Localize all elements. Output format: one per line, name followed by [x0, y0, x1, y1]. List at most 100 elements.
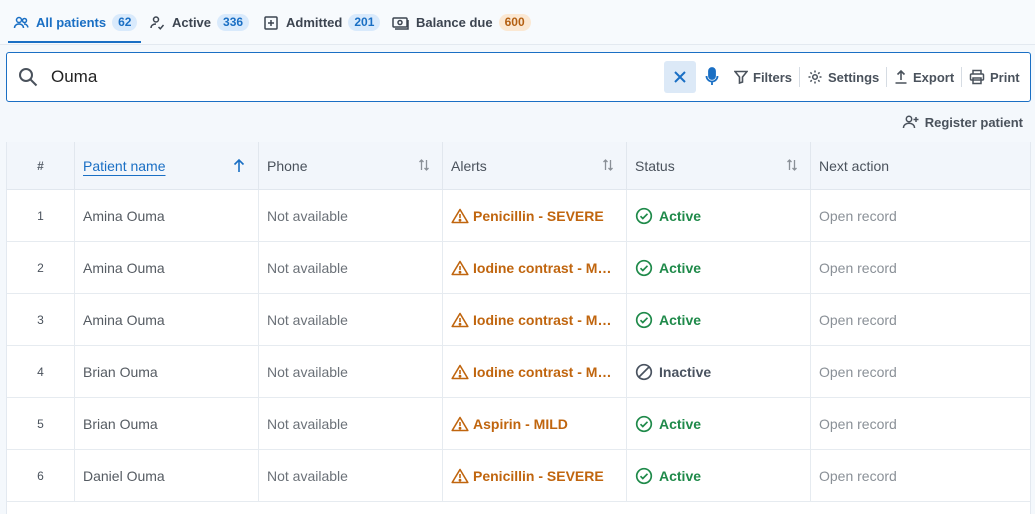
status-text: Active — [659, 312, 702, 328]
alert-cell[interactable]: Penicillin - SEVERE — [443, 450, 627, 502]
toolbar-divider — [799, 67, 800, 87]
patients-table: # Patient name Phone Alerts Status Next … — [6, 142, 1031, 514]
status-text: Active — [659, 468, 702, 484]
status-badge: Active — [627, 190, 811, 242]
column-header-phone[interactable]: Phone — [259, 142, 443, 190]
toolbar-divider — [886, 67, 887, 87]
patient-name-cell[interactable]: Amina Ouma — [75, 242, 259, 294]
phone-cell: Not available — [259, 398, 443, 450]
row-number: 3 — [7, 294, 75, 346]
warning-icon — [451, 416, 469, 432]
phone-cell: Not available — [259, 346, 443, 398]
warning-icon — [451, 468, 469, 484]
open-record-link[interactable]: Open record — [811, 294, 1030, 346]
clear-search-button[interactable] — [664, 61, 696, 93]
open-record-link[interactable]: Open record — [811, 242, 1030, 294]
column-header-patient-name[interactable]: Patient name — [75, 142, 259, 190]
search-icon — [17, 66, 39, 88]
settings-label: Settings — [828, 69, 880, 85]
filters-button[interactable]: Filters — [734, 53, 792, 101]
tab-active-count: 336 — [217, 14, 250, 31]
ban-icon — [635, 363, 653, 381]
alert-text: Aspirin - MILD — [473, 416, 568, 432]
warning-icon — [451, 260, 469, 276]
gear-icon — [807, 69, 823, 85]
table-row[interactable]: 6 Daniel Ouma Not available Penicillin - SE… — [7, 450, 1030, 502]
tab-balance-due-label: Balance due — [416, 15, 493, 30]
tab-all-patients-label: All patients — [36, 15, 107, 30]
microphone-icon[interactable] — [705, 67, 719, 87]
tab-balance-due[interactable]: Balance due 600 — [392, 0, 531, 45]
status-badge: Inactive — [627, 346, 811, 398]
open-record-link[interactable]: Open record — [811, 398, 1030, 450]
user-check-icon — [148, 14, 166, 32]
print-button[interactable]: Print — [969, 53, 1020, 101]
tab-admitted-count: 201 — [348, 14, 381, 31]
filter-icon — [734, 70, 748, 84]
column-header-alerts-label: Alerts — [451, 158, 487, 174]
register-patient-label: Register patient — [924, 114, 1023, 130]
tab-active[interactable]: Active 336 — [148, 0, 250, 45]
sort-icon[interactable] — [418, 158, 430, 172]
tab-admitted-label: Admitted — [286, 15, 343, 30]
warning-icon — [451, 312, 469, 328]
export-icon — [894, 69, 908, 85]
check-circle-icon — [635, 467, 653, 485]
plus-square-icon — [262, 14, 280, 32]
patient-name-cell[interactable]: Daniel Ouma — [75, 450, 259, 502]
open-record-link[interactable]: Open record — [811, 450, 1030, 502]
check-circle-icon — [635, 415, 653, 433]
status-badge: Active — [627, 242, 811, 294]
patient-name-cell[interactable]: Amina Ouma — [75, 294, 259, 346]
tab-balance-due-count: 600 — [498, 14, 531, 31]
people-icon — [12, 14, 30, 32]
printer-icon — [969, 69, 985, 85]
row-number: 6 — [7, 450, 75, 502]
tab-admitted[interactable]: Admitted 201 — [262, 0, 381, 45]
table-header: # Patient name Phone Alerts Status Next … — [7, 142, 1030, 190]
alert-cell[interactable]: Iodine contrast - MO… — [443, 242, 627, 294]
table-row[interactable]: 2 Amina Ouma Not available Iodine contrast … — [7, 242, 1030, 294]
filters-label: Filters — [753, 69, 793, 85]
register-patient-button[interactable]: Register patient — [902, 112, 1023, 132]
row-number: 2 — [7, 242, 75, 294]
phone-cell: Not available — [259, 242, 443, 294]
column-header-status[interactable]: Status — [627, 142, 811, 190]
alert-cell[interactable]: Iodine contrast - MO… — [443, 346, 627, 398]
sort-icon[interactable] — [786, 158, 798, 172]
tab-all-patients-count: 62 — [112, 14, 138, 31]
table-row[interactable]: 5 Brian Ouma Not available Aspirin - MILD Ac… — [7, 398, 1030, 450]
status-text: Active — [659, 208, 702, 224]
status-text: Active — [659, 416, 702, 432]
alert-cell[interactable]: Aspirin - MILD — [443, 398, 627, 450]
patient-name-cell[interactable]: Brian Ouma — [75, 398, 259, 450]
sort-icon[interactable] — [602, 158, 614, 172]
phone-cell: Not available — [259, 450, 443, 502]
patient-name-cell[interactable]: Brian Ouma — [75, 346, 259, 398]
column-header-alerts[interactable]: Alerts — [443, 142, 627, 190]
alert-text: Iodine contrast - MO… — [473, 312, 618, 328]
status-badge: Active — [627, 450, 811, 502]
check-circle-icon — [635, 311, 653, 329]
alert-text: Iodine contrast - MO… — [473, 260, 618, 276]
table-row[interactable]: 4 Brian Ouma Not available Iodine contrast … — [7, 346, 1030, 398]
export-button[interactable]: Export — [894, 53, 954, 101]
table-row[interactable]: 1 Amina Ouma Not available Penicillin - SEV… — [7, 190, 1030, 242]
table-row[interactable]: 3 Amina Ouma Not available Iodine contrast … — [7, 294, 1030, 346]
search-input[interactable] — [51, 63, 651, 91]
open-record-link[interactable]: Open record — [811, 190, 1030, 242]
alert-cell[interactable]: Penicillin - SEVERE — [443, 190, 627, 242]
warning-icon — [451, 364, 469, 380]
sort-ascending-icon[interactable] — [232, 158, 246, 174]
warning-icon — [451, 208, 469, 224]
status-badge: Active — [627, 398, 811, 450]
row-number: 5 — [7, 398, 75, 450]
open-record-link[interactable]: Open record — [811, 346, 1030, 398]
alert-cell[interactable]: Iodine contrast - MO… — [443, 294, 627, 346]
tab-all-patients[interactable]: All patients 62 — [7, 0, 142, 45]
alert-text: Penicillin - SEVERE — [473, 208, 604, 224]
settings-button[interactable]: Settings — [807, 53, 879, 101]
status-badge: Active — [627, 294, 811, 346]
alert-text: Penicillin - SEVERE — [473, 468, 604, 484]
patient-name-cell[interactable]: Amina Ouma — [75, 190, 259, 242]
